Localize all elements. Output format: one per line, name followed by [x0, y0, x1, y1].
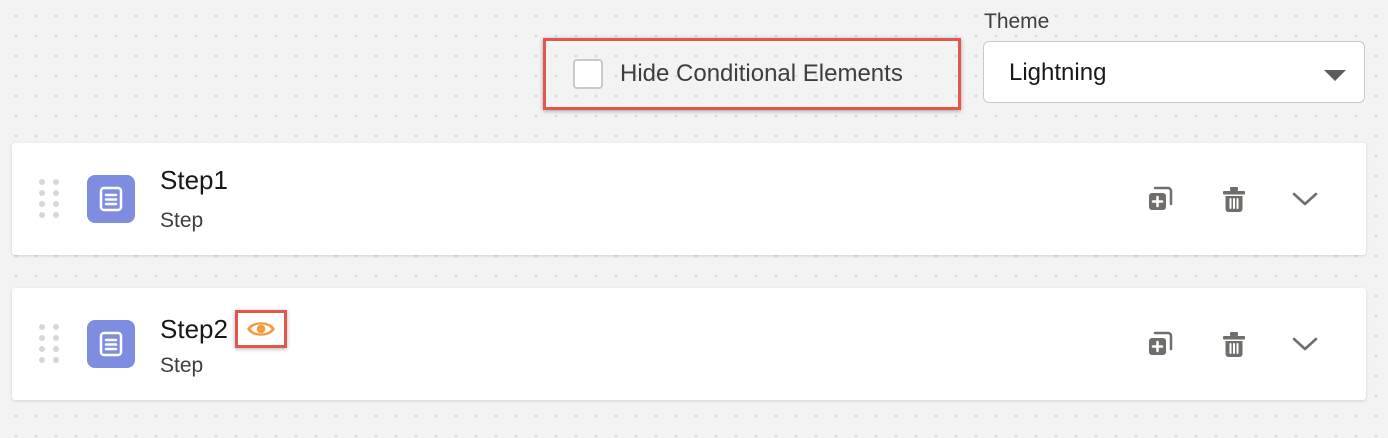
conditional-visibility-icon[interactable]: [234, 310, 287, 348]
step-card-2[interactable]: Step2 Step: [12, 288, 1366, 400]
drag-handle-icon[interactable]: [39, 179, 59, 219]
theme-select[interactable]: Lightning: [983, 41, 1365, 103]
step-title: Step2: [160, 313, 228, 344]
hide-conditional-checkbox[interactable]: [573, 59, 603, 89]
step-subtitle: Step: [160, 209, 204, 232]
hide-conditional-label: Hide Conditional Elements: [620, 60, 903, 87]
caret-down-icon: [1324, 70, 1346, 81]
theme-label: Theme: [984, 10, 1050, 33]
delete-icon[interactable]: [1218, 183, 1250, 215]
chevron-down-icon[interactable]: [1289, 328, 1321, 360]
step-icon: [87, 175, 135, 223]
chevron-down-icon[interactable]: [1289, 183, 1321, 215]
step-subtitle: Step: [160, 354, 204, 377]
step-title: Step1: [160, 165, 228, 195]
duplicate-icon[interactable]: [1144, 183, 1176, 215]
hide-conditional-elements-toggle[interactable]: Hide Conditional Elements: [543, 38, 961, 110]
drag-handle-icon[interactable]: [39, 324, 59, 364]
theme-select-value: Lightning: [1009, 59, 1107, 86]
delete-icon[interactable]: [1218, 328, 1250, 360]
step-title-row: Step1: [160, 165, 228, 196]
duplicate-icon[interactable]: [1144, 328, 1176, 360]
step-title-row: Step2: [160, 310, 287, 348]
step-card-1[interactable]: Step1 Step: [12, 143, 1366, 255]
step-icon: [87, 320, 135, 368]
